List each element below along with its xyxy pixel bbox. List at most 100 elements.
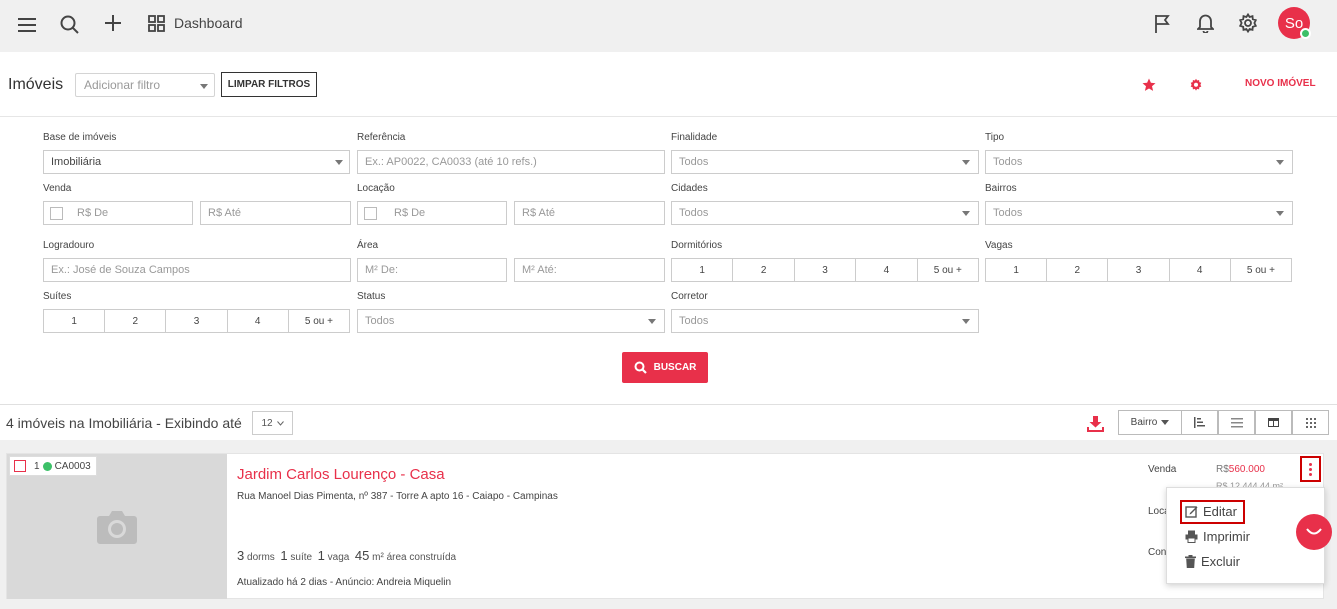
sale-checkbox[interactable] [50,207,63,220]
property-title[interactable]: Jardim Carlos Lourenço - Casa [237,466,445,483]
grid-icon [1305,417,1316,428]
property-code: CA0003 [54,460,91,472]
table-view-button[interactable] [1255,410,1292,435]
rent-from-placeholder: R$ De [394,207,426,219]
suites-option-1[interactable]: 1 [44,310,106,332]
bedrooms-label: Dormitórios [671,240,723,251]
add-filter-placeholder: Adicionar filtro [84,78,161,92]
list-view-button[interactable] [1218,410,1255,435]
suites-option-3[interactable]: 3 [166,310,228,332]
status-select[interactable]: Todos [357,309,665,333]
chat-button[interactable] [1296,514,1332,550]
bedrooms-option-3[interactable]: 3 [795,259,857,281]
street-input[interactable]: Ex.: José de Souza Campos [43,258,351,282]
parking-option-3[interactable]: 3 [1108,259,1170,281]
type-select[interactable]: Todos [985,150,1293,174]
add-filter-select[interactable]: Adicionar filtro [75,73,215,97]
area-value: 45 [354,548,370,563]
status-value: Todos [365,315,395,327]
dashboard-grid-icon[interactable] [146,13,166,33]
chevron-down-icon [962,211,970,216]
parking-option-5plus[interactable]: 5 ou + [1231,259,1291,281]
bedrooms-selector: 1 2 3 4 5 ou + [671,258,979,282]
settings-gear-icon[interactable] [1188,77,1204,93]
star-icon[interactable] [1141,77,1157,93]
sort-select[interactable]: Bairro [1118,410,1182,435]
search-icon[interactable] [58,13,80,35]
reference-input[interactable]: Ex.: AP0022, CA0033 (até 10 refs.) [357,150,665,174]
base-label: Base de imóveis [43,132,117,143]
results-toolbar: 4 imóveis na Imobiliária - Exibindo até … [0,404,1337,440]
rent-to-input[interactable]: R$ Até [514,201,665,225]
suites-label: Suítes [43,291,72,302]
property-stats: 3 dorms 1 suíte 1 vaga 45 m² área constr… [237,548,456,563]
download-icon[interactable] [1086,414,1104,432]
rent-to-placeholder: R$ Até [522,207,556,219]
parking-option-4[interactable]: 4 [1170,259,1231,281]
gear-icon[interactable] [1237,12,1259,34]
select-property-checkbox[interactable] [14,460,26,472]
area-label: Área [357,240,379,251]
flag-icon[interactable] [1151,12,1173,34]
chevron-down-icon [962,160,970,165]
chevron-down-icon [648,319,656,324]
suites-selector: 1 2 3 4 5 ou + [43,309,350,333]
dashboard-link[interactable]: Dashboard [174,15,243,31]
search-button[interactable]: BUSCAR [622,352,708,383]
sale-from-input[interactable]: R$ De [43,201,193,225]
parking-option-1[interactable]: 1 [986,259,1048,281]
grid-view-button[interactable] [1292,410,1329,435]
neighborhoods-select[interactable]: Todos [985,201,1293,225]
menu-item-delete[interactable]: Excluir [1185,554,1240,569]
suites-option-4[interactable]: 4 [228,310,289,332]
chevron-down-icon [962,319,970,324]
sort-order-button[interactable] [1181,410,1218,435]
kebab-dot [1309,467,1312,471]
clear-filters-button[interactable]: LIMPAR FILTROS [221,72,317,97]
bedrooms-option-4[interactable]: 4 [856,259,918,281]
plus-icon[interactable] [102,12,124,34]
bedrooms-option-5plus[interactable]: 5 ou + [918,259,978,281]
menu-item-print-label: Imprimir [1203,529,1250,544]
parking-label: vaga [327,552,350,563]
area-to-input[interactable]: M² Até: [514,258,665,282]
sort-value: Bairro [1130,417,1158,428]
dorms-count: 3 [237,548,245,563]
parking-option-2[interactable]: 2 [1047,259,1109,281]
sale-label: Venda [43,183,72,194]
street-placeholder: Ex.: José de Souza Campos [51,264,190,276]
chevron-down-icon [335,160,343,165]
kebab-dot [1309,472,1312,476]
suites-label: suíte [290,552,313,563]
parking-label: Vagas [985,240,1013,251]
bell-icon[interactable] [1194,12,1216,34]
sale-to-input[interactable]: R$ Até [200,201,351,225]
chevron-down-icon [1276,211,1284,216]
parking-selector: 1 2 3 4 5 ou + [985,258,1292,282]
menu-item-edit[interactable]: Editar [1185,504,1237,519]
cities-select[interactable]: Todos [671,201,979,225]
chevron-down-icon [200,84,208,89]
purpose-select[interactable]: Todos [671,150,979,174]
sale-price-label: Venda [1148,464,1177,475]
top-bar: Dashboard So [0,0,1337,52]
more-options-button[interactable] [1300,456,1321,482]
area-from-input[interactable]: M² De: [357,258,507,282]
menu-icon[interactable] [16,14,38,36]
bedrooms-option-1[interactable]: 1 [672,259,734,281]
filter-panel: Imóveis Adicionar filtro LIMPAR FILTROS … [0,52,1337,404]
rent-from-input[interactable]: R$ De [357,201,507,225]
suites-option-2[interactable]: 2 [105,310,167,332]
suites-option-5plus[interactable]: 5 ou + [289,310,349,332]
property-card: 1 CA0003 Jardim Carlos Lourenço - Casa R… [6,453,1324,599]
bedrooms-option-2[interactable]: 2 [733,259,795,281]
broker-select[interactable]: Todos [671,309,979,333]
new-property-link[interactable]: NOVO IMÓVEL [1245,78,1316,89]
dorms-label: dorms [247,552,275,563]
neighborhoods-value: Todos [993,207,1023,219]
sort-bars-icon [1193,417,1205,428]
per-page-select[interactable]: 12 [252,411,293,435]
base-select[interactable]: Imobiliária [43,150,350,174]
rent-checkbox[interactable] [364,207,377,220]
menu-item-print[interactable]: Imprimir [1185,529,1250,544]
